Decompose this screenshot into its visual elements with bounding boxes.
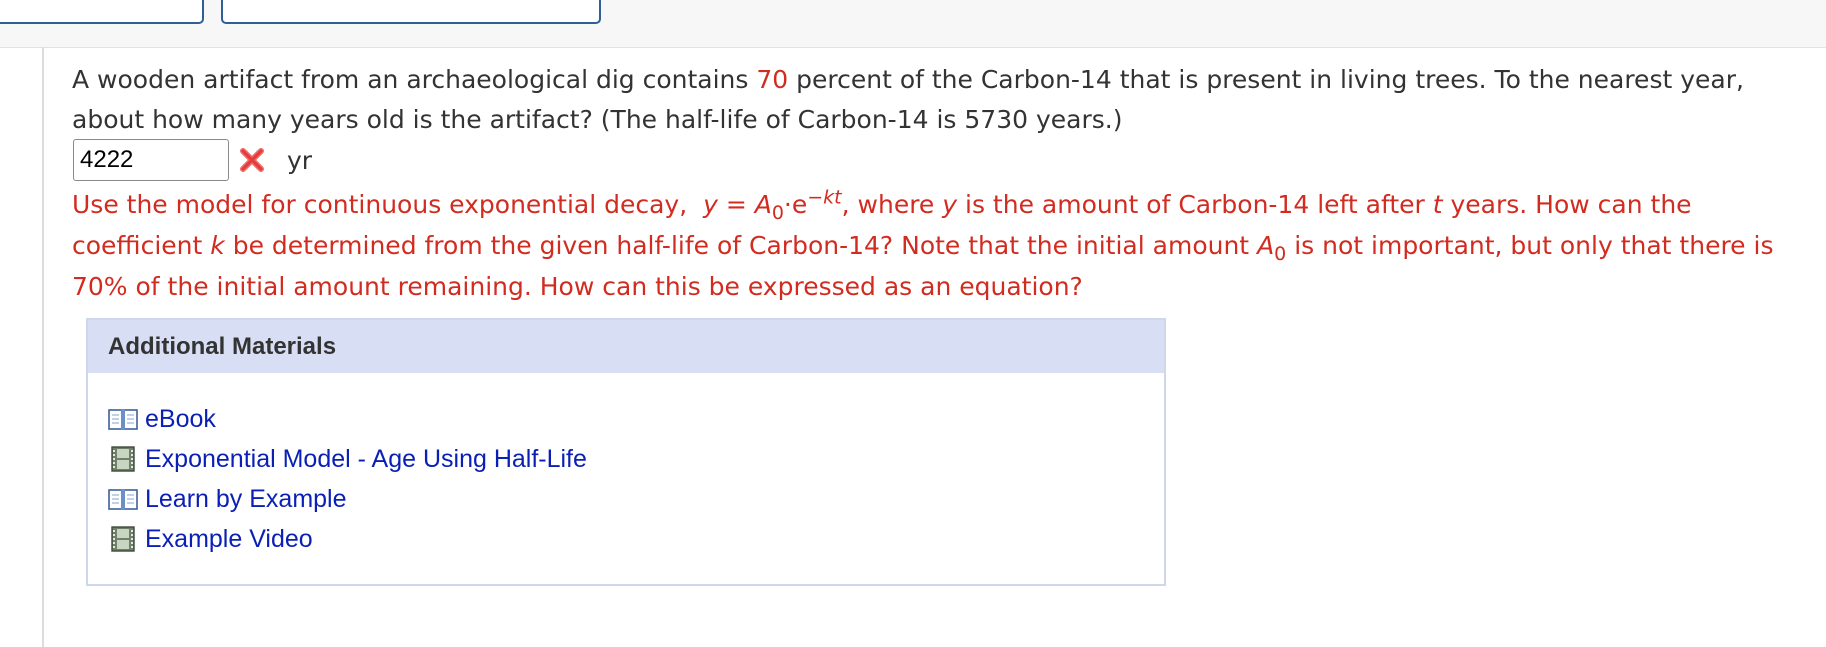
material-link-learn-by-example[interactable]: Learn by Example (145, 485, 347, 514)
hint-text: Use the model for continuous exponential… (72, 186, 1774, 301)
toolbar-button-right[interactable] (221, 0, 601, 24)
material-link-exponential-model[interactable]: Exponential Model - Age Using Half-Life (145, 445, 587, 474)
answer-unit: yr (287, 145, 313, 175)
material-item-exponential-model[interactable]: Exponential Model - Age Using Half-Life (108, 439, 1164, 479)
top-toolbar (0, 0, 1826, 48)
question-text: A wooden artifact from an archaeological… (72, 65, 1744, 134)
book-icon (108, 406, 138, 432)
additional-materials-panel: Additional Materials eBook Exponential M… (86, 318, 1166, 586)
film-icon (108, 526, 138, 552)
book-icon (108, 486, 138, 512)
percent-value: 70 (756, 65, 789, 94)
answer-row: yr (73, 139, 312, 181)
material-item-example-video[interactable]: Example Video (108, 519, 1164, 559)
materials-title: Additional Materials (88, 320, 1164, 373)
answer-input[interactable] (73, 139, 229, 181)
material-item-learn-by-example[interactable]: Learn by Example (108, 479, 1164, 519)
eq-y: y (703, 190, 718, 219)
toolbar-button-left[interactable] (0, 0, 204, 24)
material-link-example-video[interactable]: Example Video (145, 525, 313, 554)
left-divider (42, 47, 44, 647)
x-icon (239, 147, 265, 173)
materials-list: eBook Exponential Model - Age Using Half… (88, 373, 1164, 559)
material-item-ebook[interactable]: eBook (108, 399, 1164, 439)
material-link-ebook[interactable]: eBook (145, 405, 216, 434)
film-icon (108, 446, 138, 472)
